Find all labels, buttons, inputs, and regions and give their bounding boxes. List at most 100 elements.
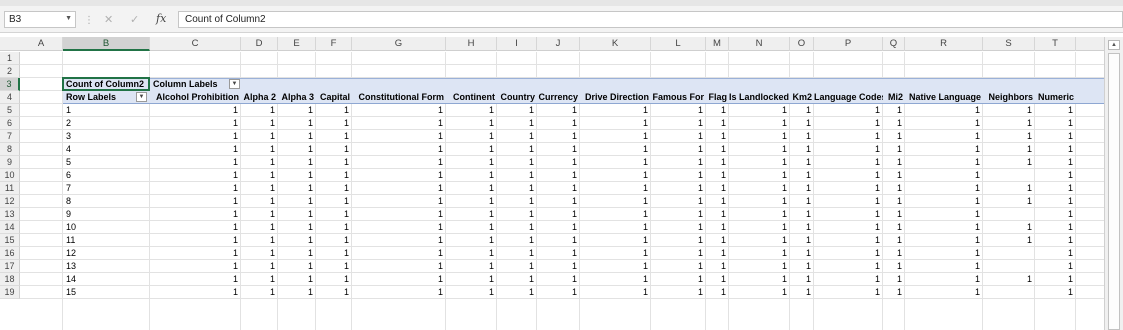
pivot-value-cell[interactable]: 1 — [150, 221, 241, 234]
pivot-value-cell[interactable]: 1 — [651, 208, 706, 221]
pivot-value-cell[interactable]: 1 — [790, 169, 814, 182]
pivot-value-cell[interactable]: 1 — [352, 195, 446, 208]
row-header-4[interactable]: 4 — [0, 91, 20, 104]
column-header-a[interactable]: A — [20, 37, 63, 51]
pivot-value-cell[interactable]: 1 — [729, 221, 790, 234]
pivot-value-cell[interactable]: 1 — [706, 143, 729, 156]
pivot-value-cell[interactable]: 1 — [814, 234, 883, 247]
pivot-value-cell[interactable]: 1 — [150, 260, 241, 273]
pivot-value-cell[interactable]: 1 — [814, 117, 883, 130]
pivot-row-key[interactable]: 9 — [63, 208, 150, 221]
pivot-value-cell[interactable]: 1 — [651, 247, 706, 260]
pivot-row-key[interactable]: 13 — [63, 260, 150, 273]
pivot-value-cell[interactable]: 1 — [352, 221, 446, 234]
pivot-value-cell[interactable]: 1 — [790, 143, 814, 156]
pivot-value-cell[interactable]: 1 — [706, 273, 729, 286]
pivot-value-cell[interactable]: 1 — [316, 286, 352, 299]
pivot-field-header[interactable]: Famous For — [651, 91, 706, 104]
pivot-value-cell[interactable]: 1 — [446, 208, 497, 221]
pivot-value-cell[interactable]: 1 — [537, 260, 580, 273]
pivot-value-cell[interactable]: 1 — [446, 130, 497, 143]
chevron-down-icon[interactable]: ▼ — [65, 15, 72, 22]
row-header-19[interactable]: 19 — [0, 286, 20, 299]
pivot-value-cell[interactable]: 1 — [814, 221, 883, 234]
pivot-value-cell[interactable]: 1 — [278, 234, 316, 247]
pivot-value-cell[interactable]: 1 — [706, 104, 729, 117]
pivot-value-cell[interactable]: 1 — [497, 286, 537, 299]
pivot-value-cell[interactable]: 1 — [316, 104, 352, 117]
pivot-value-cell[interactable]: 1 — [537, 130, 580, 143]
pivot-value-cell[interactable]: 1 — [580, 286, 651, 299]
pivot-value-cell[interactable]: 1 — [1035, 104, 1076, 117]
pivot-value-cell[interactable]: 1 — [814, 247, 883, 260]
pivot-value-cell[interactable]: 1 — [790, 260, 814, 273]
pivot-value-cell[interactable]: 1 — [446, 182, 497, 195]
check-icon[interactable]: ✓ — [130, 13, 139, 26]
pivot-value-cell[interactable]: 1 — [352, 273, 446, 286]
pivot-value-cell[interactable]: 1 — [352, 286, 446, 299]
pivot-value-cell[interactable] — [983, 208, 1035, 221]
column-header-c[interactable]: C — [150, 37, 241, 51]
pivot-value-cell[interactable]: 1 — [706, 130, 729, 143]
pivot-value-cell[interactable]: 1 — [790, 247, 814, 260]
pivot-value-cell[interactable]: 1 — [316, 221, 352, 234]
pivot-row-key[interactable]: 6 — [63, 169, 150, 182]
pivot-value-cell[interactable]: 1 — [446, 169, 497, 182]
pivot-value-cell[interactable]: 1 — [580, 221, 651, 234]
pivot-value-cell[interactable]: 1 — [278, 130, 316, 143]
pivot-value-cell[interactable]: 1 — [651, 273, 706, 286]
pivot-value-cell[interactable]: 1 — [278, 156, 316, 169]
pivot-value-cell[interactable]: 1 — [883, 234, 905, 247]
scrollbar-thumb[interactable] — [1108, 53, 1120, 330]
pivot-value-cell[interactable]: 1 — [883, 117, 905, 130]
pivot-row-key[interactable]: 10 — [63, 221, 150, 234]
pivot-value-cell[interactable]: 1 — [497, 156, 537, 169]
pivot-value-cell[interactable]: 1 — [580, 247, 651, 260]
pivot-value-cell[interactable]: 1 — [352, 234, 446, 247]
column-header-q[interactable]: Q — [883, 37, 905, 51]
pivot-value-cell[interactable]: 1 — [580, 143, 651, 156]
pivot-value-cell[interactable]: 1 — [497, 234, 537, 247]
pivot-value-cell[interactable]: 1 — [814, 143, 883, 156]
pivot-value-cell[interactable]: 1 — [446, 104, 497, 117]
close-icon[interactable]: ✕ — [104, 13, 113, 26]
pivot-value-cell[interactable]: 1 — [497, 208, 537, 221]
pivot-value-cell[interactable]: 1 — [241, 130, 278, 143]
pivot-value-cell[interactable]: 1 — [537, 208, 580, 221]
pivot-value-cell[interactable]: 1 — [729, 143, 790, 156]
pivot-value-cell[interactable]: 1 — [580, 208, 651, 221]
pivot-value-cell[interactable]: 1 — [729, 234, 790, 247]
pivot-value-cell[interactable]: 1 — [983, 273, 1035, 286]
pivot-value-cell[interactable]: 1 — [814, 169, 883, 182]
pivot-value-cell[interactable]: 1 — [580, 234, 651, 247]
pivot-value-cell[interactable]: 1 — [814, 208, 883, 221]
column-header-k[interactable]: K — [580, 37, 651, 51]
pivot-value-cell[interactable]: 1 — [905, 221, 983, 234]
pivot-value-cell[interactable]: 1 — [150, 247, 241, 260]
pivot-value-cell[interactable]: 1 — [651, 286, 706, 299]
pivot-value-cell[interactable]: 1 — [241, 195, 278, 208]
pivot-value-cell[interactable]: 1 — [316, 169, 352, 182]
pivot-value-cell[interactable]: 1 — [905, 286, 983, 299]
pivot-value-cell[interactable]: 1 — [706, 286, 729, 299]
pivot-value-cell[interactable]: 1 — [150, 156, 241, 169]
pivot-value-cell[interactable]: 1 — [316, 117, 352, 130]
pivot-value-cell[interactable]: 1 — [278, 182, 316, 195]
pivot-value-cell[interactable]: 1 — [905, 117, 983, 130]
scroll-up-arrow-icon[interactable]: ▲ — [1108, 40, 1120, 50]
pivot-value-cell[interactable]: 1 — [497, 247, 537, 260]
pivot-value-cell[interactable]: 1 — [150, 195, 241, 208]
pivot-value-cell[interactable]: 1 — [278, 247, 316, 260]
column-header-i[interactable]: I — [497, 37, 537, 51]
pivot-value-cell[interactable]: 1 — [814, 104, 883, 117]
pivot-value-cell[interactable]: 1 — [1035, 208, 1076, 221]
pivot-value-cell[interactable]: 1 — [883, 260, 905, 273]
column-header-b[interactable]: B — [63, 37, 150, 51]
pivot-value-cell[interactable]: 1 — [983, 156, 1035, 169]
pivot-value-cell[interactable]: 1 — [241, 182, 278, 195]
pivot-value-cell[interactable]: 1 — [446, 195, 497, 208]
pivot-field-header[interactable]: Country — [497, 91, 537, 104]
pivot-value-cell[interactable]: 1 — [150, 130, 241, 143]
pivot-row-key[interactable]: 12 — [63, 247, 150, 260]
pivot-value-cell[interactable]: 1 — [706, 182, 729, 195]
